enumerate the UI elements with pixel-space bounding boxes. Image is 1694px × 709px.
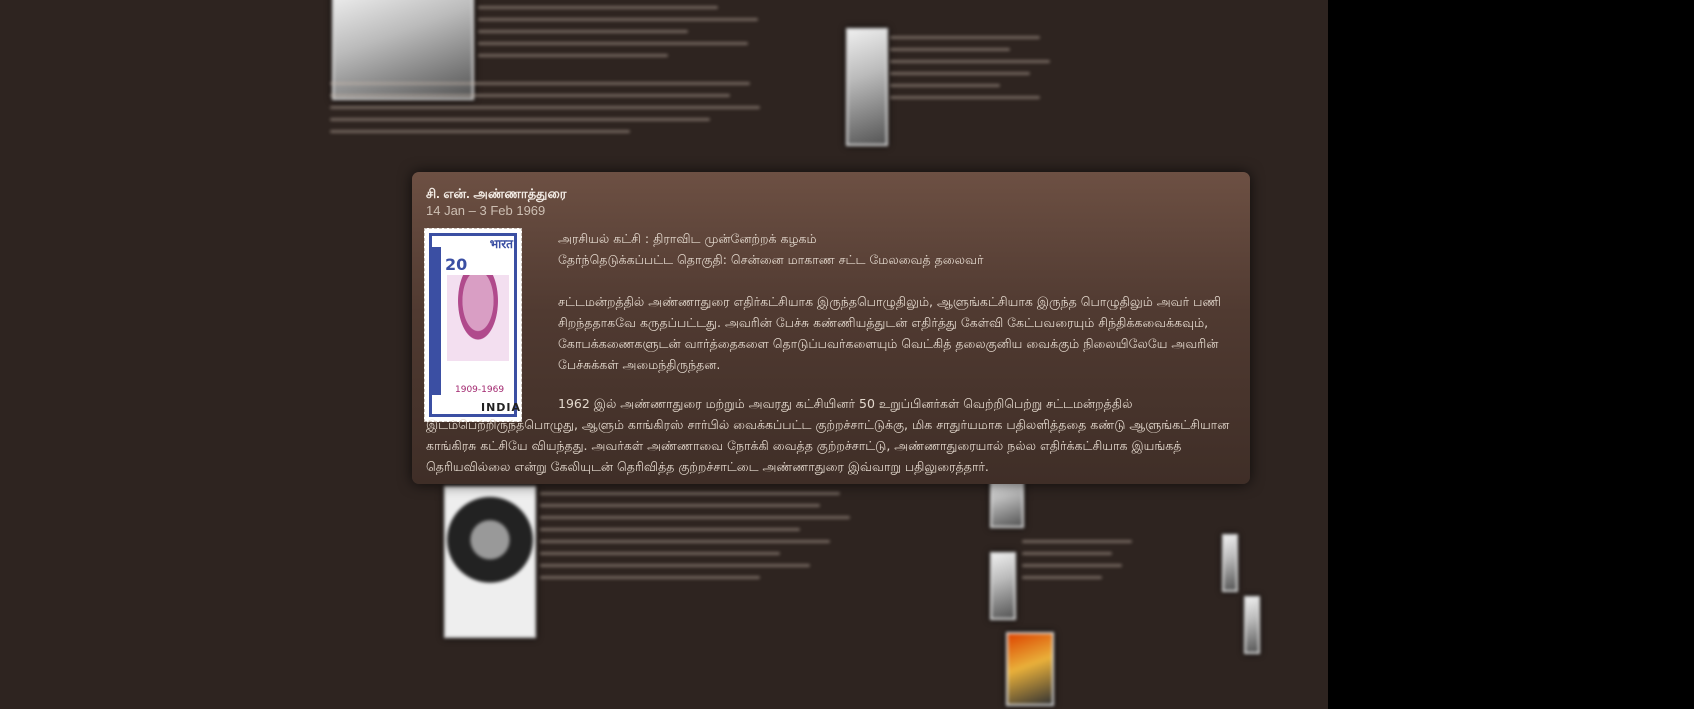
background-text bbox=[330, 82, 770, 142]
timeline-background: சி. என். அண்ணாத்துரை 14 Jan – 3 Feb 1969… bbox=[0, 0, 1328, 709]
leader-info: அரசியல் கட்சி : திராவிட முன்னேற்றக் கழகம… bbox=[558, 228, 1238, 375]
background-text bbox=[540, 492, 860, 588]
leader-name: சி. என். அண்ணாத்துரை bbox=[426, 186, 567, 201]
leader-detail-panel: சி. என். அண்ணாத்துரை 14 Jan – 3 Feb 1969… bbox=[412, 172, 1250, 484]
background-text bbox=[1022, 540, 1142, 588]
party-line: அரசியல் கட்சி : திராவிட முன்னேற்றக் கழகம… bbox=[558, 231, 817, 246]
constituency-line: தேர்ந்தெடுக்கப்பட்ட தொகுதி: சென்னை மாகாண… bbox=[558, 252, 984, 267]
stamp-side-band bbox=[431, 247, 441, 395]
background-photo[interactable] bbox=[444, 486, 536, 638]
paragraph-2: 1962 இல் அண்ணாதுரை மற்றும் அவரது கட்சியி… bbox=[426, 396, 1230, 474]
background-photo[interactable] bbox=[1006, 632, 1054, 706]
background-photo[interactable] bbox=[990, 552, 1016, 620]
term-dates: 14 Jan – 3 Feb 1969 bbox=[426, 203, 546, 218]
paragraph-1: சட்டமன்றத்தில் அண்ணாதுரை எதிர்கட்சியாக இ… bbox=[558, 294, 1222, 372]
stamp-script: भारत bbox=[489, 237, 513, 251]
background-photo[interactable] bbox=[846, 28, 888, 146]
background-text bbox=[890, 36, 1060, 108]
stamp-value: 20 bbox=[445, 255, 468, 274]
portrait-image bbox=[447, 275, 509, 361]
background-photo[interactable] bbox=[1222, 534, 1238, 592]
background-photo[interactable] bbox=[1244, 596, 1260, 654]
background-text bbox=[478, 6, 778, 66]
